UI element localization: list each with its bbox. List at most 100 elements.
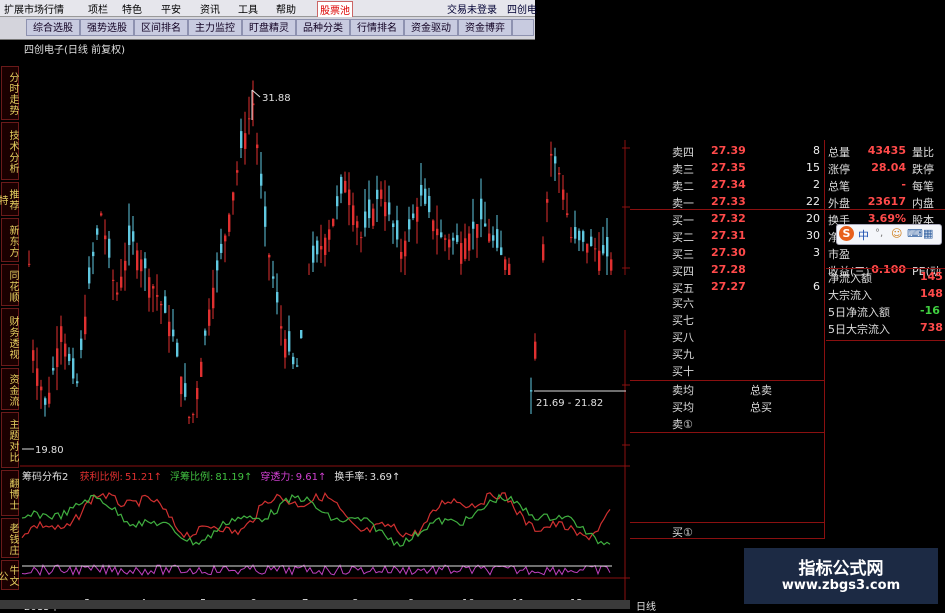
toolbar-button-category[interactable]: 品种分类 (296, 19, 350, 36)
candle-body (232, 192, 235, 201)
ask-volume: 15 (806, 161, 820, 174)
left-tab-8[interactable]: 主题对比 (1, 412, 19, 468)
menu-item-column[interactable]: 项栏 (88, 1, 108, 16)
left-tab-4[interactable]: 新东方 (1, 218, 19, 262)
left-tab-1[interactable]: 分时走势 (1, 66, 19, 120)
buy-avg-label: 买均 (672, 401, 694, 414)
candle-body (400, 251, 403, 259)
bid-price[interactable]: 27.27 (711, 280, 746, 293)
candle-body (112, 279, 115, 281)
toolbar-button-quote-rank[interactable]: 行情排名 (350, 19, 404, 36)
bid-price[interactable]: 27.30 (711, 246, 746, 259)
toolbar-button-comprehensive-select[interactable]: 综合选股 (26, 19, 80, 36)
stat-label: 市盈 (828, 248, 850, 261)
menu-item-news[interactable]: 资讯 (200, 1, 220, 16)
stat-label: 总量 (828, 146, 850, 159)
candle-body (574, 227, 577, 239)
menu-item-tools[interactable]: 工具 (238, 1, 258, 16)
indicator-name[interactable]: 筹码分布2 (22, 472, 68, 483)
candle-body (558, 172, 561, 175)
candle-body (64, 343, 67, 357)
ask-price[interactable]: 27.33 (711, 195, 746, 208)
left-tab-10[interactable]: 老钱庄 (1, 518, 19, 558)
indicator-item: 获利比例: 51.21↑ (80, 472, 162, 483)
emoji-icon[interactable]: ☺ (891, 227, 902, 240)
arrow-up-icon: ↑ (318, 472, 327, 483)
menu-item-features[interactable]: 特色 (122, 1, 142, 16)
horizontal-scrollbar[interactable] (0, 600, 630, 609)
bid-price[interactable]: 27.32 (711, 212, 746, 225)
left-tab-5[interactable]: 同花顺 (1, 264, 19, 306)
stat-value: - (901, 178, 906, 191)
candle-body (256, 144, 259, 149)
candle-body (216, 260, 219, 271)
candle-body (472, 221, 475, 229)
bid-price[interactable]: 27.31 (711, 229, 746, 242)
candle-body (324, 237, 327, 255)
left-tab-2[interactable]: 技术分析 (1, 122, 19, 180)
menu-item-help[interactable]: 帮助 (276, 1, 296, 16)
candle-body (172, 329, 175, 337)
punctuation-icon[interactable]: °, (875, 228, 883, 239)
bid-label: 买二 (672, 231, 694, 244)
ask-price[interactable]: 27.34 (711, 178, 746, 191)
indicator-item-value: 81.19 (215, 472, 244, 483)
candle-body (348, 189, 351, 206)
candle-body (436, 228, 439, 236)
left-tab-3[interactable]: 推荐特 (0, 182, 19, 216)
left-tab-7[interactable]: 资金流 (1, 368, 19, 410)
menu-bar: 扩展市场行情 项栏 特色 平安 资讯 工具 帮助 股票池 交易未登录 四创电 (0, 0, 537, 18)
candle-body (602, 245, 605, 254)
candlestick-series (28, 80, 630, 424)
toolbar-button-main-monitor[interactable]: 主力监控 (188, 19, 242, 36)
candle-body (128, 225, 131, 246)
stock-pool-button[interactable]: 股票池 (317, 1, 353, 18)
toolbar-button-watch-genie[interactable]: 盯盘精灵 (242, 19, 296, 36)
period-label[interactable]: 日线 (636, 598, 656, 613)
candle-body (542, 244, 545, 261)
menu-item-pingan[interactable]: 平安 (161, 1, 181, 16)
indicator-header: 筹码分布2 获利比例: 51.21↑ 浮筹比例: 81.19↑ 穿透力: 9.61↑ 换手率… (22, 468, 400, 483)
candle-body (264, 206, 267, 227)
candle-body (156, 295, 159, 297)
keyboard-icon[interactable]: ⌨ (907, 227, 923, 240)
indicator-item: 穿透力: 9.61↑ (260, 472, 326, 483)
ask-price[interactable]: 27.35 (711, 161, 746, 174)
toolbar-button-more[interactable] (512, 19, 534, 36)
left-tab-9[interactable]: 翻博士 (1, 470, 19, 516)
toolbar-button-fund-drive[interactable]: 资金驱动 (404, 19, 458, 36)
stat-extra-label: 量比 (912, 146, 934, 159)
left-tab-11[interactable]: 牛文公 (0, 560, 19, 590)
candle-body (598, 250, 601, 271)
ime-mode-label[interactable]: 中 (858, 227, 869, 243)
bid-price[interactable]: 27.28 (711, 263, 746, 276)
stat-label: 涨停 (828, 163, 850, 176)
toolbar-button-fund-game[interactable]: 资金博弈 (458, 19, 512, 36)
ask-volume: 2 (813, 178, 820, 191)
candle-body (80, 338, 83, 350)
toolbar-button-strong-select[interactable]: 强势选股 (80, 19, 134, 36)
candle-body (424, 188, 427, 204)
toolbar-button-range-rank[interactable]: 区间排名 (134, 19, 188, 36)
candle-body (28, 263, 31, 265)
low-price-label: 19.80 (35, 445, 64, 456)
candle-body (352, 205, 355, 226)
candle-body (316, 240, 319, 255)
left-tab-6[interactable]: 财务透视 (1, 308, 19, 366)
menu-item-extended-market[interactable]: 扩展市场行情 (4, 1, 64, 16)
indicator-item-value: 51.21 (124, 472, 154, 483)
ask-label: 卖二 (672, 180, 694, 193)
ask-price[interactable]: 27.39 (711, 144, 746, 157)
candle-body (164, 296, 167, 313)
candle-body (570, 237, 573, 239)
candle-body (248, 118, 251, 120)
settings-icon[interactable]: ▦ (923, 227, 933, 240)
candle-body (208, 309, 211, 326)
trade-login-status[interactable]: 交易未登录 (447, 1, 497, 16)
flow-value: 145 (920, 270, 943, 283)
candle-body (56, 348, 59, 368)
ime-toolbar[interactable]: S 中 °, ☺ ⌨ ▦ (836, 224, 942, 245)
kline-chart[interactable]: 30.0028.0026.003022.0020.0050.00 31.8819… (20, 50, 632, 600)
total-sell-label: 总卖 (750, 384, 772, 397)
flow-value: -16 (920, 304, 940, 317)
